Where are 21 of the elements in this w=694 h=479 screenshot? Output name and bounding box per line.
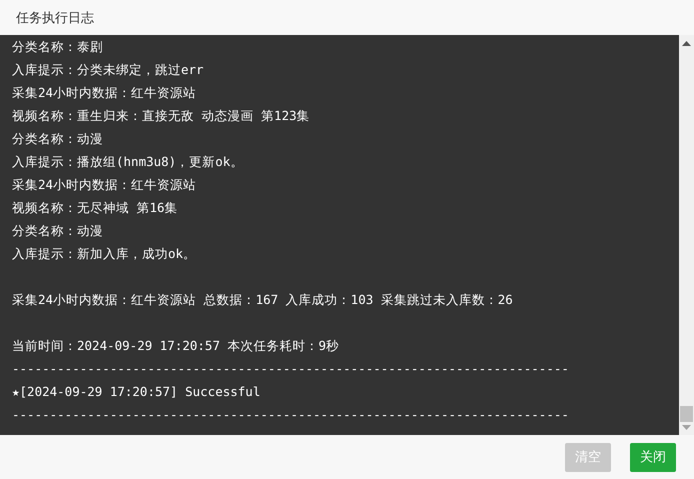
log-line: 视频名称：重生归来：直接无敌 动态漫画 第123集 — [12, 107, 310, 125]
scroll-down-icon[interactable] — [682, 425, 691, 431]
log-line: 分类名称：动漫 — [12, 130, 103, 148]
log-line: 分类名称：泰剧 — [12, 38, 103, 56]
log-line: 采集24小时内数据：红牛资源站 — [12, 176, 196, 194]
window-title: 任务执行日志 — [16, 10, 94, 26]
log-line: 分类名称：动漫 — [12, 222, 103, 240]
log-line: 入库提示：新加入库，成功ok。 — [12, 245, 196, 263]
log-line: 视频名称：无尽神域 第16集 — [12, 199, 178, 217]
log-line: ★[2024-09-29 17:20:57] Successful — [12, 383, 260, 401]
close-button[interactable]: 关闭 — [630, 442, 676, 472]
log-line: 采集24小时内数据：红牛资源站 总数据：167 入库成功：103 采集跳过未入库数：26 — [12, 291, 513, 309]
log-line: 采集24小时内数据：红牛资源站 — [12, 84, 196, 102]
log-line: 入库提示：分类未绑定，跳过err — [12, 61, 204, 79]
scrollbar-thumb[interactable] — [680, 406, 693, 422]
log-line: 当前时间：2024-09-29 17:20:57 本次任务耗时：9秒 — [12, 337, 340, 355]
scrollbar[interactable] — [679, 35, 694, 435]
scroll-up-icon[interactable] — [682, 41, 691, 47]
log-line: -------------------------------------------------------------------------- — [12, 406, 569, 424]
log-line: -------------------------------------------------------------------------- — [12, 360, 569, 378]
log-line: 入库提示：播放组(hnm3u8)，更新ok。 — [12, 153, 244, 171]
